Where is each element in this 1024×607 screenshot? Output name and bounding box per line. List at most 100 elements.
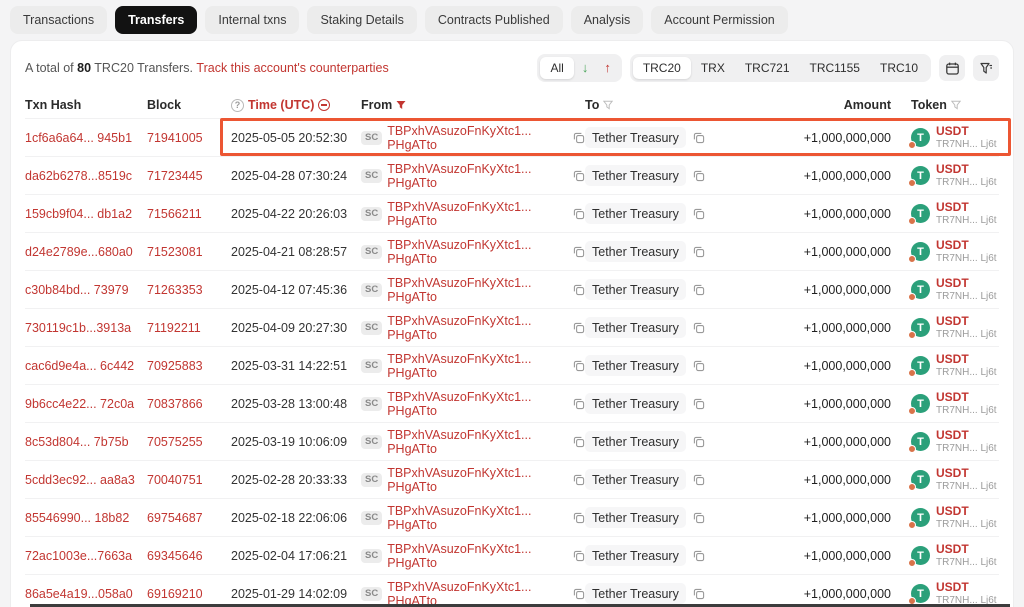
funnel-outline-icon[interactable] — [951, 100, 961, 110]
time-format-toggle-icon[interactable] — [318, 99, 330, 111]
copy-icon[interactable] — [693, 208, 705, 220]
token-symbol-link[interactable]: USDT — [936, 391, 997, 404]
token-type-chip-trx[interactable]: TRX — [691, 57, 735, 79]
txn-hash-link[interactable]: 85546990... 18b82 — [25, 511, 129, 525]
txn-hash-link[interactable]: 8c53d804... 7b75b — [25, 435, 129, 449]
copy-icon[interactable] — [693, 398, 705, 410]
from-address-link[interactable]: TBPxhVAsuzoFnKyXtc1... PHgATto — [387, 314, 566, 342]
block-link[interactable]: 71723445 — [147, 169, 203, 183]
txn-hash-link[interactable]: 159cb9f04... db1a2 — [25, 207, 132, 221]
token-type-chip-trc20[interactable]: TRC20 — [633, 57, 691, 79]
token-symbol-link[interactable]: USDT — [936, 353, 997, 366]
from-address-link[interactable]: TBPxhVAsuzoFnKyXtc1... PHgATto — [387, 428, 566, 456]
txn-hash-link[interactable]: 730119c1b...3913a — [25, 321, 131, 335]
to-address-tag[interactable]: Tether Treasury — [585, 127, 686, 148]
token-symbol-link[interactable]: USDT — [936, 315, 997, 328]
copy-icon[interactable] — [693, 550, 705, 562]
tab-staking-details[interactable]: Staking Details — [307, 6, 416, 34]
txn-hash-link[interactable]: da62b6278...8519c — [25, 169, 132, 183]
to-address-tag[interactable]: Tether Treasury — [585, 317, 686, 338]
from-address-link[interactable]: TBPxhVAsuzoFnKyXtc1... PHgATto — [387, 580, 566, 607]
copy-icon[interactable] — [693, 474, 705, 486]
to-address-tag[interactable]: Tether Treasury — [585, 583, 686, 604]
token-symbol-link[interactable]: USDT — [936, 125, 997, 138]
from-address-link[interactable]: TBPxhVAsuzoFnKyXtc1... PHgATto — [387, 466, 566, 494]
token-symbol-link[interactable]: USDT — [936, 505, 997, 518]
to-address-tag[interactable]: Tether Treasury — [585, 279, 686, 300]
from-address-link[interactable]: TBPxhVAsuzoFnKyXtc1... PHgATto — [387, 276, 566, 304]
copy-icon[interactable] — [693, 322, 705, 334]
token-type-chip-trc721[interactable]: TRC721 — [735, 57, 800, 79]
outgoing-arrow-icon[interactable]: ↑ — [596, 58, 619, 78]
block-link[interactable]: 70575255 — [147, 435, 203, 449]
token-symbol-link[interactable]: USDT — [936, 467, 997, 480]
tab-contracts-published[interactable]: Contracts Published — [425, 6, 563, 34]
copy-icon[interactable] — [693, 170, 705, 182]
copy-icon[interactable] — [693, 132, 705, 144]
copy-icon[interactable] — [573, 170, 585, 182]
copy-icon[interactable] — [693, 436, 705, 448]
calendar-button[interactable] — [939, 55, 965, 81]
block-link[interactable]: 71263353 — [147, 283, 203, 297]
block-link[interactable]: 71523081 — [147, 245, 203, 259]
tab-account-permission[interactable]: Account Permission — [651, 6, 787, 34]
token-type-chip-trc1155[interactable]: TRC1155 — [800, 57, 870, 79]
copy-icon[interactable] — [693, 588, 705, 600]
copy-icon[interactable] — [573, 436, 585, 448]
token-symbol-link[interactable]: USDT — [936, 581, 997, 594]
tab-internal-txns[interactable]: Internal txns — [205, 6, 299, 34]
tab-transfers[interactable]: Transfers — [115, 6, 197, 34]
from-address-link[interactable]: TBPxhVAsuzoFnKyXtc1... PHgATto — [387, 200, 566, 228]
block-link[interactable]: 71192211 — [147, 321, 201, 335]
funnel-outline-icon[interactable] — [603, 100, 613, 110]
direction-all-chip[interactable]: All — [540, 57, 573, 79]
copy-icon[interactable] — [573, 398, 585, 410]
copy-icon[interactable] — [693, 246, 705, 258]
block-link[interactable]: 71566211 — [147, 207, 202, 221]
to-address-tag[interactable]: Tether Treasury — [585, 393, 686, 414]
to-address-tag[interactable]: Tether Treasury — [585, 165, 686, 186]
token-symbol-link[interactable]: USDT — [936, 277, 997, 290]
to-address-tag[interactable]: Tether Treasury — [585, 241, 686, 262]
txn-hash-link[interactable]: d24e2789e...680a0 — [25, 245, 133, 259]
header-to[interactable]: To — [585, 98, 771, 112]
header-from[interactable]: From — [361, 98, 585, 112]
copy-icon[interactable] — [693, 512, 705, 524]
copy-icon[interactable] — [573, 132, 585, 144]
token-symbol-link[interactable]: USDT — [936, 239, 997, 252]
token-symbol-link[interactable]: USDT — [936, 429, 997, 442]
from-address-link[interactable]: TBPxhVAsuzoFnKyXtc1... PHgATto — [387, 238, 566, 266]
from-address-link[interactable]: TBPxhVAsuzoFnKyXtc1... PHgATto — [387, 162, 566, 190]
block-link[interactable]: 70925883 — [147, 359, 203, 373]
to-address-tag[interactable]: Tether Treasury — [585, 507, 686, 528]
copy-icon[interactable] — [573, 474, 585, 486]
incoming-arrow-icon[interactable]: ↓ — [574, 58, 597, 78]
from-address-link[interactable]: TBPxhVAsuzoFnKyXtc1... PHgATto — [387, 352, 566, 380]
copy-icon[interactable] — [573, 246, 585, 258]
txn-hash-link[interactable]: c30b84bd... 73979 — [25, 283, 129, 297]
tab-analysis[interactable]: Analysis — [571, 6, 644, 34]
token-symbol-link[interactable]: USDT — [936, 543, 997, 556]
txn-hash-link[interactable]: 72ac1003e...7663a — [25, 549, 132, 563]
copy-icon[interactable] — [573, 284, 585, 296]
block-link[interactable]: 71941005 — [147, 131, 203, 145]
to-address-tag[interactable]: Tether Treasury — [585, 469, 686, 490]
from-address-link[interactable]: TBPxhVAsuzoFnKyXtc1... PHgATto — [387, 124, 566, 152]
txn-hash-link[interactable]: 86a5e4a19...058a0 — [25, 587, 133, 601]
copy-icon[interactable] — [573, 588, 585, 600]
copy-icon[interactable] — [573, 360, 585, 372]
txn-hash-link[interactable]: cac6d9e4a... 6c442 — [25, 359, 134, 373]
counterparties-link[interactable]: Track this account's counterparties — [196, 61, 388, 75]
txn-hash-link[interactable]: 9b6cc4e22... 72c0a — [25, 397, 134, 411]
from-address-link[interactable]: TBPxhVAsuzoFnKyXtc1... PHgATto — [387, 504, 566, 532]
txn-hash-link[interactable]: 5cdd3ec92... aa8a3 — [25, 473, 135, 487]
tab-transactions[interactable]: Transactions — [10, 6, 107, 34]
block-link[interactable]: 69345646 — [147, 549, 203, 563]
from-address-link[interactable]: TBPxhVAsuzoFnKyXtc1... PHgATto — [387, 390, 566, 418]
to-address-tag[interactable]: Tether Treasury — [585, 355, 686, 376]
funnel-filled-icon[interactable] — [396, 100, 406, 110]
to-address-tag[interactable]: Tether Treasury — [585, 203, 686, 224]
copy-icon[interactable] — [693, 360, 705, 372]
block-link[interactable]: 70837866 — [147, 397, 203, 411]
copy-icon[interactable] — [693, 284, 705, 296]
